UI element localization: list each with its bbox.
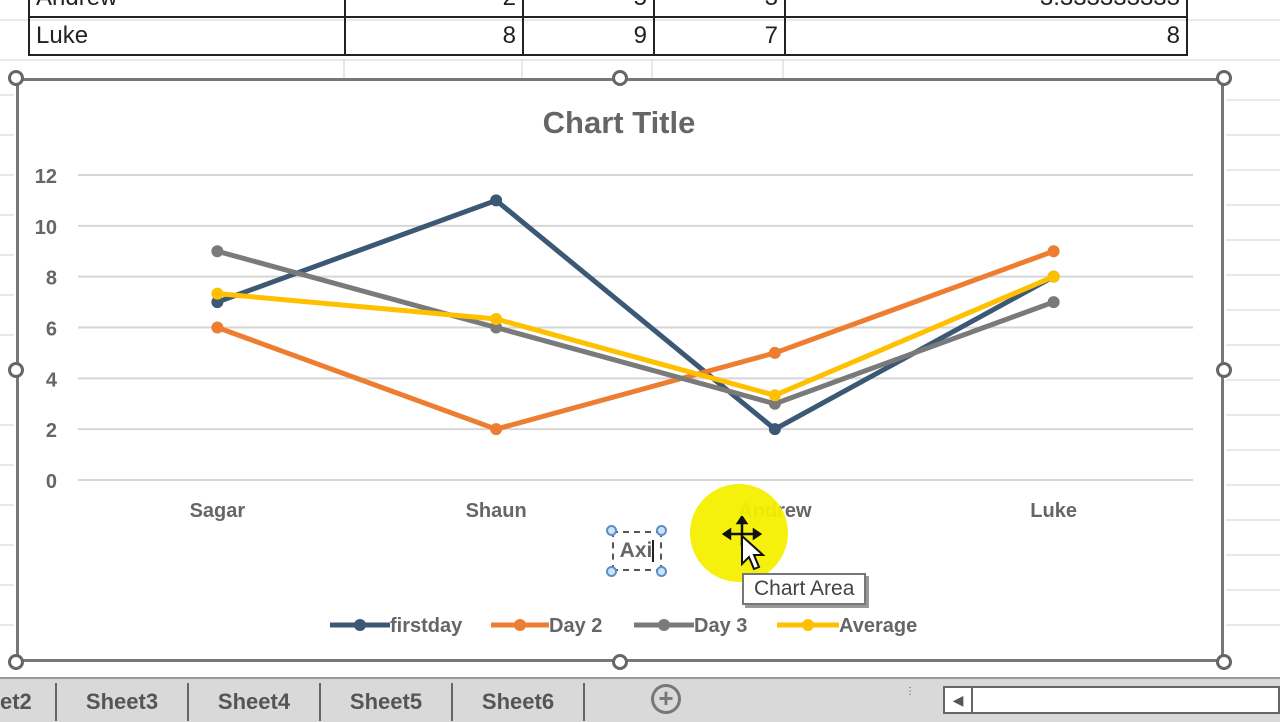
x-tick-label: Shaun: [466, 500, 527, 522]
tab-sheet4[interactable]: Sheet4: [189, 683, 321, 721]
horizontal-scrollbar[interactable]: ◀: [943, 686, 1280, 714]
resize-handle-left[interactable]: [8, 362, 24, 378]
resize-handle-bottom[interactable]: [612, 654, 628, 670]
legend-label: firstday: [390, 615, 463, 637]
legend-item: firstday: [330, 615, 463, 637]
chart-area-tooltip: Chart Area: [742, 573, 867, 605]
line-chart: Chart Title 024681012 SagarShaunAndrewLu…: [35, 105, 1193, 637]
legend-item: Day 2: [491, 615, 602, 637]
y-tick-label: 6: [46, 319, 57, 341]
legend-marker: [514, 619, 526, 631]
y-tick-label: 10: [35, 217, 57, 239]
resize-handle-bottom-left[interactable]: [8, 654, 24, 670]
data-point: [768, 346, 781, 359]
legend-marker: [354, 619, 366, 631]
resize-handle-right[interactable]: [1216, 362, 1232, 378]
data-point: [1047, 296, 1060, 309]
data-point: [490, 194, 503, 207]
series-firstday: [211, 194, 1060, 436]
legend-item: Average: [777, 615, 917, 637]
data-point: [768, 389, 781, 402]
y-tick-label: 4: [46, 369, 58, 391]
chart-title[interactable]: Chart Title: [543, 105, 696, 140]
legend-marker: [802, 619, 814, 631]
tab-sheet6[interactable]: Sheet6: [453, 683, 585, 721]
tab-sheet5[interactable]: Sheet5: [321, 683, 453, 721]
y-tick-label: 8: [46, 268, 57, 290]
series-average: [211, 270, 1060, 402]
data-point: [768, 423, 781, 436]
resize-handle-top-right[interactable]: [1216, 70, 1232, 86]
resize-handle-bottom-right[interactable]: [1216, 654, 1232, 670]
data-point: [1047, 245, 1060, 258]
data-point: [490, 423, 503, 436]
tab-split-handle[interactable]: ⋮: [905, 687, 915, 697]
legend-label: Average: [839, 615, 917, 637]
scroll-left-icon[interactable]: ◀: [945, 688, 973, 712]
axis-title-handle[interactable]: [656, 525, 667, 536]
data-point: [211, 287, 224, 300]
x-tick-label: Luke: [1030, 500, 1077, 522]
data-point: [490, 313, 503, 326]
legend-label: Day 2: [549, 615, 602, 637]
axis-title-handle[interactable]: [606, 566, 617, 577]
tab-sheet3[interactable]: Sheet3: [57, 683, 189, 721]
series-line: [214, 197, 1057, 432]
series-line: [214, 248, 1057, 432]
axis-title-handle[interactable]: [606, 525, 617, 536]
resize-handle-top-left[interactable]: [8, 70, 24, 86]
resize-handle-top[interactable]: [612, 70, 628, 86]
text-caret: [652, 540, 655, 563]
data-point: [211, 321, 224, 334]
y-tick-label: 2: [46, 420, 57, 442]
axis-title-textbox[interactable]: Axi: [612, 531, 662, 571]
legend-item: Day 3: [634, 615, 747, 637]
legend-label: Day 3: [694, 615, 747, 637]
legend-marker: [658, 619, 670, 631]
data-point: [211, 245, 224, 258]
y-tick-label: 0: [46, 471, 57, 493]
move-cursor-icon: [722, 516, 766, 571]
x-tick-label: Sagar: [190, 500, 246, 522]
data-point: [1047, 270, 1060, 283]
axis-title-text[interactable]: Axi: [620, 539, 653, 562]
plus-circle-icon[interactable]: +: [651, 684, 681, 714]
axis-title-handle[interactable]: [656, 566, 667, 577]
tab-sheet2[interactable]: et2: [0, 683, 57, 721]
y-tick-label: 12: [35, 166, 57, 188]
